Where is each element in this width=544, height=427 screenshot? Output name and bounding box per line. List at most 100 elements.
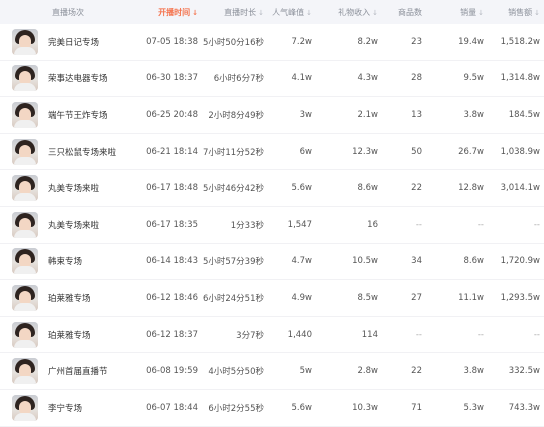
goods-count: -- — [415, 329, 422, 340]
session-title[interactable]: 李宁专场 — [48, 402, 82, 414]
peak-viewers: 1,440 — [287, 329, 312, 340]
sales-amount: 1,293.5w — [500, 292, 540, 303]
goods-count: 71 — [411, 402, 422, 413]
gift-income: 10.5w — [352, 256, 378, 267]
header-duration-sort[interactable]: 直播时长 ↓ — [202, 7, 268, 18]
sales-amount: 1,314.8w — [500, 73, 540, 84]
goods-count: 13 — [411, 109, 422, 120]
session-title[interactable]: 丸美专场来啦 — [48, 182, 99, 194]
gift-income: 4.3w — [357, 73, 378, 84]
session-title[interactable]: 珀莱雅专场 — [48, 329, 91, 341]
session-title[interactable]: 完美日记专场 — [48, 36, 99, 48]
start-time: 06-12 18:46 — [146, 292, 198, 303]
table-row[interactable]: 广州首届直播节 06-08 19:59 4小时5分50秒 5w 2.8w 22 … — [0, 353, 544, 390]
goods-count: 34 — [411, 256, 422, 267]
table-row[interactable]: 端午节王炸专场 06-25 20:48 2小时8分49秒 3w 2.1w 13 … — [0, 97, 544, 134]
header-start-time-sort[interactable]: 开播时间 ↓ — [128, 7, 202, 18]
table-row[interactable]: 荣事达电器专场 06-30 18:37 6小时6分7秒 4.1w 4.3w 28… — [0, 61, 544, 98]
goods-count: 22 — [411, 366, 422, 377]
sales-volume: 26.7w — [458, 146, 484, 157]
sales-volume: 5.3w — [463, 402, 484, 413]
session-title[interactable]: 珀莱雅专场 — [48, 292, 91, 304]
goods-count: 50 — [411, 146, 422, 157]
gift-income: 2.8w — [357, 366, 378, 377]
sales-volume: 19.4w — [458, 36, 484, 47]
avatar — [12, 284, 38, 311]
avatar — [12, 101, 38, 128]
sort-arrow-icon: ↓ — [534, 8, 540, 17]
session-title[interactable]: 荣事达电器专场 — [48, 72, 108, 84]
sales-amount: 1,518.2w — [500, 36, 540, 47]
session-title[interactable]: 韩束专场 — [48, 255, 82, 267]
table-row[interactable]: 珀莱雅专场 06-12 18:37 3分7秒 1,440 114 -- -- -… — [0, 317, 544, 354]
start-time: 06-30 18:37 — [146, 73, 198, 84]
start-time: 06-14 18:43 — [146, 256, 198, 267]
gift-income: 2.1w — [357, 109, 378, 120]
table-row[interactable]: 丸美专场来啦 06-17 18:35 1分33秒 1,547 16 -- -- … — [0, 207, 544, 244]
goods-count: 27 — [411, 292, 422, 303]
header-gift-sort[interactable]: 礼物收入 ↓ — [316, 7, 382, 18]
start-time: 06-21 18:14 — [146, 146, 198, 157]
peak-viewers: 5w — [299, 366, 312, 377]
session-title[interactable]: 三只松鼠专场来啦 — [48, 146, 116, 158]
table-row[interactable]: 李宁专场 06-07 18:44 6小时2分55秒 5.6w 10.3w 71 … — [0, 390, 544, 427]
gift-income: 10.3w — [352, 402, 378, 413]
avatar — [12, 28, 38, 55]
peak-viewers: 5.6w — [291, 183, 312, 194]
sort-arrow-icon: ↓ — [192, 8, 198, 17]
peak-viewers: 4.1w — [291, 73, 312, 84]
table-row[interactable]: 完美日记专场 07-05 18:38 5小时50分16秒 7.2w 8.2w 2… — [0, 24, 544, 61]
goods-count: 22 — [411, 183, 422, 194]
goods-count: 28 — [411, 73, 422, 84]
peak-viewers: 7.2w — [291, 36, 312, 47]
header-goods: 商品数 — [398, 7, 422, 17]
sales-volume: 3.8w — [463, 366, 484, 377]
sales-amount: 1,038.9w — [500, 146, 540, 157]
header-sales-sort[interactable]: 销量 ↓ — [432, 7, 488, 18]
session-cell: 广州首届直播节 — [0, 358, 128, 385]
table-row[interactable]: 三只松鼠专场来啦 06-21 18:14 7小时11分52秒 6w 12.3w … — [0, 134, 544, 171]
sales-volume: 12.8w — [458, 183, 484, 194]
sales-amount: -- — [533, 329, 540, 340]
sort-arrow-icon: ↓ — [478, 8, 484, 17]
session-cell: 丸美专场来啦 — [0, 211, 128, 238]
session-cell: 端午节王炸专场 — [0, 101, 128, 128]
sales-amount: 1,720.9w — [500, 256, 540, 267]
gift-income: 8.5w — [357, 292, 378, 303]
peak-viewers: 4.9w — [291, 292, 312, 303]
duration: 5小时46分42秒 — [202, 184, 264, 195]
live-sessions-table: 直播场次 开播时间 ↓ 直播时长 ↓ 人气峰值 ↓ 礼物收入 ↓ 商品数 销量 ↓ 销售额… — [0, 0, 544, 427]
avatar — [12, 138, 38, 165]
start-time: 06-17 18:48 — [146, 183, 198, 194]
sales-volume: -- — [477, 329, 484, 340]
goods-count: -- — [415, 219, 422, 230]
table-row[interactable]: 珀莱雅专场 06-12 18:46 6小时24分51秒 4.9w 8.5w 27… — [0, 280, 544, 317]
peak-viewers: 6w — [299, 146, 312, 157]
session-cell: 荣事达电器专场 — [0, 65, 128, 92]
duration: 4小时5分50秒 — [208, 367, 264, 378]
avatar — [12, 65, 38, 92]
table-row[interactable]: 丸美专场来啦 06-17 18:48 5小时46分42秒 5.6w 8.6w 2… — [0, 170, 544, 207]
peak-viewers: 5.6w — [291, 402, 312, 413]
session-cell: 三只松鼠专场来啦 — [0, 138, 128, 165]
session-title[interactable]: 丸美专场来啦 — [48, 219, 99, 231]
session-title[interactable]: 广州首届直播节 — [48, 365, 108, 377]
start-time: 06-17 18:35 — [146, 219, 198, 230]
goods-count: 23 — [411, 36, 422, 47]
sales-amount: 3,014.1w — [500, 183, 540, 194]
gift-income: 114 — [361, 329, 378, 340]
duration: 7小时11分52秒 — [202, 147, 264, 158]
sort-arrow-icon: ↓ — [306, 8, 312, 17]
duration: 1分33秒 — [230, 220, 264, 231]
session-title[interactable]: 端午节王炸专场 — [48, 109, 108, 121]
header-amount-sort[interactable]: 销售额 ↓ — [488, 7, 544, 18]
sales-amount: 332.5w — [508, 366, 540, 377]
header-peak-sort[interactable]: 人气峰值 ↓ — [268, 7, 316, 18]
gift-income: 12.3w — [352, 146, 378, 157]
session-cell: 珀莱雅专场 — [0, 284, 128, 311]
sales-amount: 184.5w — [508, 109, 540, 120]
sales-volume: 3.8w — [463, 109, 484, 120]
session-cell: 珀莱雅专场 — [0, 321, 128, 348]
table-row[interactable]: 韩束专场 06-14 18:43 5小时57分39秒 4.7w 10.5w 34… — [0, 244, 544, 281]
start-time: 06-12 18:37 — [146, 329, 198, 340]
